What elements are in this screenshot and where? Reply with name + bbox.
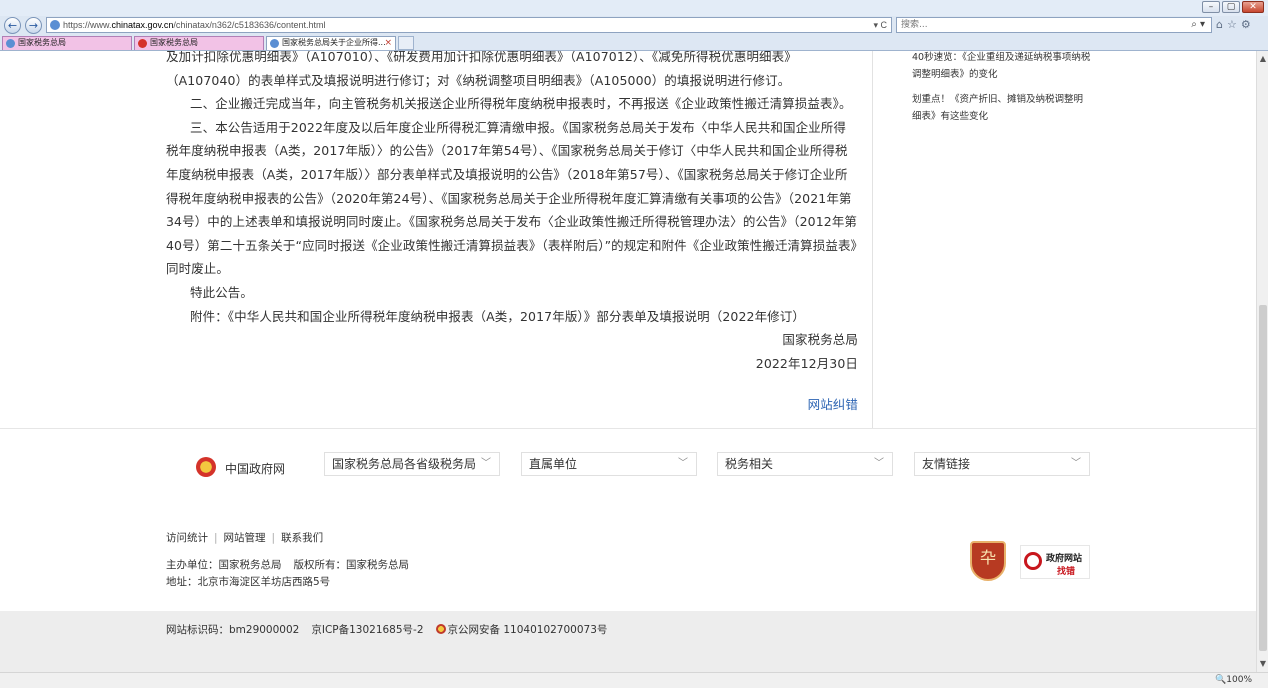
footer-divider: [0, 428, 1256, 429]
window-controls: – ▢ ✕: [1202, 1, 1264, 13]
site-error-report-link[interactable]: 网站纠错: [166, 393, 858, 417]
forward-button[interactable]: →: [25, 17, 42, 34]
tab-favicon-icon: [6, 39, 15, 48]
url-path: /chinatax/n362/c5183636/content.html: [173, 20, 326, 30]
footer-link-stats[interactable]: 访问统计: [166, 532, 208, 544]
maximize-button[interactable]: ▢: [1222, 1, 1240, 13]
sidebar-related-link[interactable]: 40秒速览：《企业重组及递延纳税事项纳税调整明细表》的变化: [912, 51, 1092, 83]
tab-bar: 国家税务总局 国家税务总局 国家税务总局关于企业所得... ×: [0, 35, 1268, 51]
address-text: 地址：北京市海淀区羊坊店西路5号: [166, 576, 331, 588]
new-tab-button[interactable]: [398, 36, 414, 50]
url-domain: chinatax.gov.cn: [111, 20, 174, 30]
site-id-text: 网站标识码：bm29000002: [166, 624, 300, 636]
national-emblem-icon: [196, 457, 216, 477]
select-label: 国家税务总局各省级税务局: [332, 457, 477, 471]
select-label: 直属单位: [529, 457, 578, 471]
police-badge-icon: [435, 624, 446, 634]
footer-link-contact[interactable]: 联系我们: [281, 532, 323, 544]
select-label: 税务相关: [725, 457, 774, 471]
article-paragraph: 二、企业搬迁完成当年，向主管税务机关报送企业所得税年度纳税申报表时，不再报送《企…: [190, 96, 852, 112]
separator: |: [271, 532, 276, 544]
article-signature: 国家税务总局: [782, 332, 858, 348]
search-icon[interactable]: ⌕ ▾: [1191, 18, 1205, 32]
party-org-badge-icon[interactable]: 卆: [970, 541, 1006, 581]
magnifier-icon: [1024, 552, 1042, 570]
tab-3-active[interactable]: 国家税务总局关于企业所得... ×: [266, 36, 396, 50]
related-sidebar: 40秒速览：《企业重组及递延纳税事项纳税调整明细表》的变化 划重点！《资产折旧、…: [912, 51, 1092, 133]
footer-info: 主办单位：国家税务总局 版权所有：国家税务总局 地址：北京市海淀区羊坊店西路5号: [166, 557, 409, 591]
select-affiliated-units[interactable]: 直属单位 ﹀: [521, 452, 697, 476]
zoom-level[interactable]: 🔍100%: [1215, 675, 1252, 685]
scroll-up-icon[interactable]: ▲: [1257, 53, 1268, 65]
back-button[interactable]: ←: [4, 17, 21, 34]
tab-2[interactable]: 国家税务总局: [134, 36, 264, 50]
sidebar-related-link[interactable]: 划重点！《资产折旧、摊销及纳税调整明细表》有这些变化: [912, 91, 1092, 125]
select-provincial-tax-bureaus[interactable]: 国家税务总局各省级税务局 ﹀: [324, 452, 500, 476]
article-paragraph: 及加计扣除优惠明细表》（A107010）、《研发费用加计扣除优惠明细表》（A10…: [166, 51, 797, 88]
chevron-down-icon: ﹀: [481, 458, 491, 469]
address-bar-row: ← → https://www.chinatax.gov.cn/chinatax…: [0, 16, 1268, 35]
footer-registration: 网站标识码：bm29000002 京ICP备13021685号-2 京公网安备 11…: [166, 622, 607, 637]
status-bar: 🔍100%: [0, 672, 1268, 688]
tab-favicon-icon: [270, 39, 279, 48]
settings-gear-icon[interactable]: ⚙: [1241, 18, 1251, 31]
select-label: 友情链接: [922, 457, 971, 471]
scroll-thumb[interactable]: [1259, 305, 1267, 651]
separator: |: [214, 532, 218, 544]
window-titlebar: – ▢ ✕: [0, 0, 1268, 16]
copyright-text: 版权所有：国家税务总局: [293, 559, 410, 571]
search-placeholder: 搜索...: [901, 20, 928, 30]
home-icon[interactable]: ⌂: [1216, 18, 1223, 31]
badge-subtitle: 找错: [1057, 567, 1076, 577]
chevron-down-icon: ﹀: [1071, 458, 1081, 469]
footer-link-admin[interactable]: 网站管理: [224, 532, 266, 544]
tab-label: 国家税务总局: [150, 38, 198, 47]
article-date: 2022年12月30日: [755, 355, 858, 371]
site-favicon-icon: [50, 20, 60, 30]
url-prefix: https://www.: [63, 20, 112, 30]
scroll-down-icon[interactable]: ▼: [1257, 658, 1268, 670]
tab-favicon-icon: [138, 39, 147, 48]
badge-title: 政府网站: [1046, 554, 1083, 564]
tab-1[interactable]: 国家税务总局: [2, 36, 132, 50]
police-record[interactable]: 京公网安备 11040102700073号: [435, 624, 608, 636]
chevron-down-icon: ﹀: [678, 458, 688, 469]
article-paragraph: 特此公告。: [190, 284, 254, 300]
police-record-text: 京公网安备 11040102700073号: [447, 624, 608, 636]
favorites-star-icon[interactable]: ☆: [1227, 18, 1237, 31]
tab-label: 国家税务总局: [18, 38, 66, 47]
search-field[interactable]: 搜索... ⌕ ▾: [896, 17, 1212, 33]
footer-links: 访问统计 | 网站管理 | 联系我们: [166, 530, 323, 545]
select-tax-related[interactable]: 税务相关 ﹀: [717, 452, 893, 476]
toolbar-icons: ⌂ ☆ ⚙: [1216, 18, 1251, 31]
column-divider: [872, 51, 873, 428]
article-paragraph: 三、本公告适用于2022年度及以后年度企业所得税汇算清缴申报。《国家税务总局关于…: [166, 119, 858, 277]
gov-site-link[interactable]: 中国政府网: [225, 460, 285, 477]
tab-close-icon[interactable]: ×: [384, 37, 392, 49]
article-body: 及加计扣除优惠明细表》（A107010）、《研发费用加计扣除优惠明细表》（A10…: [166, 51, 858, 417]
url-field[interactable]: https://www.chinatax.gov.cn/chinatax/n36…: [46, 17, 892, 33]
tab-label: 国家税务总局关于企业所得...: [282, 38, 386, 47]
icp-link[interactable]: 京ICP备13021685号-2: [311, 624, 423, 636]
select-friendly-links[interactable]: 友情链接 ﹀: [914, 452, 1090, 476]
close-window-button[interactable]: ✕: [1242, 1, 1264, 13]
gov-site-error-finder-badge[interactable]: 政府网站 找错: [1020, 545, 1090, 579]
sponsor-text: 主办单位：国家税务总局: [166, 559, 282, 571]
minimize-button[interactable]: –: [1202, 1, 1220, 13]
vertical-scrollbar[interactable]: ▲ ▼: [1256, 51, 1268, 672]
article-paragraph: 附件：《中华人民共和国企业所得税年度纳税申报表（A类，2017年版）》部分表单及…: [190, 308, 805, 324]
footer-bottom-band: [0, 611, 1256, 672]
chevron-down-icon: ﹀: [874, 458, 884, 469]
page-viewport: 及加计扣除优惠明细表》（A107010）、《研发费用加计扣除优惠明细表》（A10…: [0, 51, 1256, 672]
refresh-icon[interactable]: ▾ C: [873, 18, 887, 32]
